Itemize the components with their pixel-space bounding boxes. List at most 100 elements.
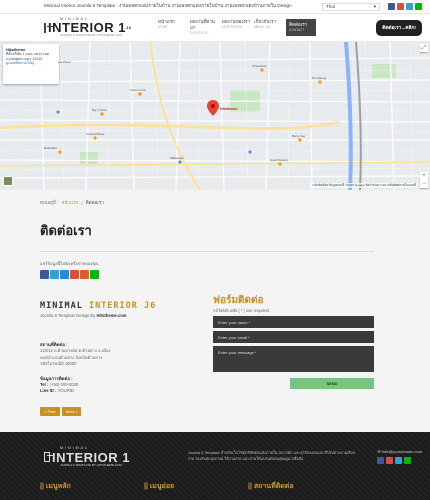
map-place-1: Tesco Lotus (130, 88, 147, 92)
top-bar: Minimal Interior Joomla 6 Template : งาน… (0, 0, 430, 14)
breadcrumb: คุณอยู่ที่ : หน้าแรก / ติดต่อเรา (0, 190, 430, 216)
map-place-4: Chatuchak (252, 64, 267, 68)
nav-item-portfolio[interactable]: ผลงานที่ผ่านมา PORTFOLIO (190, 19, 220, 35)
line-icon[interactable] (415, 3, 422, 10)
nav-label: ติดต่อเรา (289, 22, 308, 28)
nav-sub: PORTFOLIO (190, 31, 209, 36)
nav-label: ผลงานที่ผ่านมา (190, 19, 215, 31)
footer-heading-main-menu: || เมนูหลัก (40, 482, 71, 490)
footer-logo[interactable]: MINIMAL INTERIOR 1 JOOMLA 6 TEMPLATE BY … (44, 446, 130, 467)
map-info-card: Hitstheme ที่ตั้งบริษัท 1 ถนน แขวง เขต ก… (3, 44, 59, 84)
contact-form: ฟอร์มติดต่อ All fields with ( * ) are re… (213, 293, 374, 416)
line-row: Line ID : YOURID (40, 388, 195, 394)
footer-email[interactable]: info@yourdomain.com (382, 449, 422, 454)
language-select[interactable]: Thai ▾ (322, 2, 380, 11)
chevron-down-icon: ▾ (373, 3, 376, 9)
footer-heading-location: || สถานที่ติดต่อ (248, 482, 294, 490)
contact-cta-button[interactable]: ติดต่อเรา...คลิก! (376, 19, 422, 36)
company-info: MINIMAL INTERIOR J6 Joomla 6 Template De… (40, 293, 195, 416)
language-value: Thai (326, 4, 335, 9)
map-attribution: แป้นพิมพ์ลัด ข้อมูลแผนที่ ©2025 Google ข… (310, 183, 418, 188)
line-icon[interactable] (404, 457, 412, 465)
next-button[interactable]: Next > (61, 406, 82, 416)
youtube-icon[interactable] (397, 3, 404, 10)
nav-sub: OUR WORKS (222, 25, 243, 30)
page-title: ติดต่อเรา (40, 223, 92, 238)
footer-contact: ✉ info@yourdomain.com (377, 449, 422, 465)
breadcrumb-prefix: คุณอยู่ที่ : (40, 199, 59, 205)
nav-item-works[interactable]: ผลงานของเรา OUR WORKS (222, 19, 252, 35)
google-map[interactable]: Hitstheme ที่ตั้งบริษัท 1 ถนน แขวง เขต ก… (0, 42, 430, 190)
map-place-8: Makkasan (170, 156, 184, 160)
nav-label: ผลงานของเรา (222, 19, 251, 25)
nav-item-about[interactable]: เกี่ยวกับเรา ABOUT US (254, 19, 284, 35)
address-heading: สถานที่ติดต่อ : (40, 342, 68, 348)
satellite-toggle[interactable] (3, 176, 13, 186)
facebook-share-icon[interactable] (40, 270, 49, 279)
map-larger-link[interactable]: ดูแผนที่ขนาดใหญ่ (6, 61, 34, 65)
house-icon (44, 452, 54, 463)
map-place-3: Lat Phrao (58, 60, 72, 64)
map-place-9: Ratchada (44, 146, 57, 150)
linkedin-share-icon[interactable] (60, 270, 69, 279)
title-divider (40, 251, 374, 252)
twitter-icon[interactable] (395, 457, 403, 465)
map-place-2: Central Plaza (86, 132, 105, 136)
facebook-icon[interactable] (377, 457, 385, 465)
logo-superscript: J6 (125, 24, 132, 30)
line-value: YOURID (57, 388, 74, 394)
share-label: แชร์ข้อมูลนี้ไปยังเครือข่ายของคุณ (40, 261, 99, 266)
nav-sub: ABOUT US (254, 25, 271, 30)
zoom-in-icon[interactable]: + (420, 172, 428, 180)
site-logo[interactable]: MINIMAL INTERIOR 1 J6 JOOMLA 6 TEMPLATE B… (44, 17, 132, 38)
main-nav: หน้าแรก HOME ผลงานที่ผ่านมา PORTFOLIO ผลงา… (158, 19, 316, 36)
footer-heading-sub-menu: || เมนูย่อย (144, 482, 175, 490)
twitter-icon[interactable] (406, 3, 413, 10)
brand-part-a: MINIMAL (40, 301, 83, 311)
nav-sub: HOME (158, 25, 168, 30)
address-line-3: รหัสไปรษณีย์ 10000 (40, 360, 77, 366)
phone-value: (+90) 000-0000 (49, 382, 79, 388)
fullscreen-icon[interactable]: ⤢ (420, 44, 428, 52)
contact-heading: ข้อมูลการติดต่อ : (40, 376, 73, 382)
nav-label: เกี่ยวกับเรา (254, 19, 276, 25)
tagline-text: Joomla 6 Template Design By (40, 313, 96, 318)
main-content: ติดต่อเรา แชร์ข้อมูลนี้ไปยังเครือข่ายของ… (0, 220, 430, 416)
send-button[interactable]: SEND (290, 378, 374, 390)
email-share-icon[interactable] (80, 270, 89, 279)
name-field[interactable]: Enter your name * (213, 316, 374, 329)
youtube-icon[interactable] (386, 457, 394, 465)
message-field[interactable]: Enter your message * (213, 346, 374, 373)
line-share-icon[interactable] (90, 270, 99, 279)
breadcrumb-home[interactable]: หน้าแรก (61, 200, 78, 207)
share-buttons (40, 270, 374, 279)
footer-description: Joomla 6 Template สำหรับเว็บไซต์บริษัทตก… (188, 451, 356, 461)
nav-item-home[interactable]: หน้าแรก HOME (158, 19, 188, 35)
email-field[interactable]: Enter your email * (213, 331, 374, 344)
pinterest-share-icon[interactable] (70, 270, 79, 279)
zoom-out-icon[interactable]: − (420, 180, 428, 188)
footer-logo-number: 1 (122, 449, 130, 465)
phone-label: Tel : (40, 382, 49, 388)
breadcrumb-current: ติดต่อเรา (85, 199, 104, 205)
map-canvas (0, 42, 430, 190)
prev-button[interactable]: < Prev (40, 406, 60, 416)
map-place-6: Huai Khwang (270, 158, 288, 162)
company-tagline: Joomla 6 Template Design By Hitstheme.co… (40, 313, 195, 319)
breadcrumb-separator: / (81, 200, 83, 206)
map-card-address: ที่ตั้งบริษัท 1 ถนน แขวง เขต กรุงเทพมหาน… (6, 52, 50, 61)
brand-part-b: INTERIOR J6 (88, 301, 157, 311)
nav-item-contact[interactable]: ติดต่อเรา CONTACT (286, 19, 316, 36)
map-pin-label: Hitstheme (220, 107, 238, 111)
announcement-marquee: Minimal Interior Joomla 6 Template : งาน… (44, 3, 292, 8)
footer-logo-sub: JOOMLA 6 TEMPLATE BY HITSTHEME.COM (60, 462, 122, 467)
line-label: Line ID : (40, 388, 57, 394)
social-links (388, 3, 422, 10)
map-place-5: Bang Sue (292, 134, 306, 138)
site-header: MINIMAL INTERIOR 1 J6 JOOMLA 6 TEMPLATE B… (0, 14, 430, 42)
facebook-icon[interactable] (388, 3, 395, 10)
site-footer: MINIMAL INTERIOR 1 JOOMLA 6 TEMPLATE BY … (0, 432, 430, 500)
nav-sub: CONTACT (289, 28, 305, 33)
twitter-share-icon[interactable] (50, 270, 59, 279)
pager: < Prev Next > (40, 406, 195, 416)
